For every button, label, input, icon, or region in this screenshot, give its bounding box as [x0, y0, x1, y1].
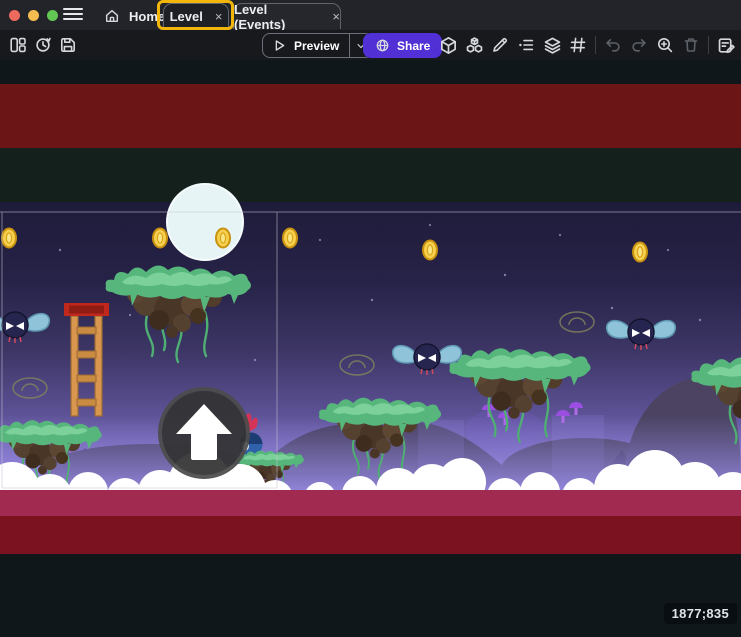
tab-level-events[interactable]: Level (Events) × — [233, 3, 341, 29]
top-red-band[interactable] — [0, 84, 741, 148]
preview-label: Preview — [294, 39, 339, 53]
edit-scene-events-button[interactable] — [714, 32, 738, 58]
history-button[interactable] — [31, 32, 55, 58]
title-bar: Home Level × Level (Events) × — [0, 0, 741, 30]
toggle-grid-button[interactable] — [566, 32, 590, 58]
maximize-window-button[interactable] — [47, 10, 58, 21]
coin[interactable] — [153, 229, 167, 248]
asset-store-button[interactable] — [462, 32, 486, 58]
toggle-panels-button[interactable] — [6, 32, 30, 58]
trash-icon — [682, 36, 700, 54]
tab-level-events-label: Level (Events) — [234, 2, 320, 32]
dark-band — [0, 148, 741, 202]
tab-home-label: Home — [129, 9, 165, 24]
main-menu-icon[interactable] — [63, 8, 83, 22]
scene-canvas[interactable] — [0, 60, 741, 637]
ground-dark-red[interactable] — [0, 516, 741, 554]
coin[interactable] — [216, 229, 230, 248]
3d-box-icon — [439, 36, 458, 55]
coin[interactable] — [423, 241, 437, 260]
home-icon — [104, 8, 120, 24]
coin[interactable] — [633, 243, 647, 262]
up-arrow-touch-control[interactable] — [160, 389, 248, 477]
preview-button-group: Preview — [262, 33, 373, 58]
toolbar-divider — [708, 36, 709, 54]
delete-button[interactable] — [679, 32, 703, 58]
coin[interactable] — [283, 229, 297, 248]
globe-icon — [375, 38, 390, 53]
moon[interactable] — [167, 184, 243, 260]
share-label: Share — [397, 39, 430, 53]
zoom-button[interactable] — [653, 32, 677, 58]
app-window: Home Level × Level (Events) × — [0, 0, 741, 637]
editor-toolbar: Preview Share — [0, 30, 741, 60]
save-button[interactable] — [56, 32, 80, 58]
history-clock-icon — [34, 36, 52, 54]
minimize-window-button[interactable] — [28, 10, 39, 21]
properties-list-icon — [517, 36, 535, 54]
play-icon — [272, 38, 287, 53]
asset-cubes-icon — [465, 36, 484, 55]
share-button[interactable]: Share — [363, 33, 442, 58]
layers-icon — [543, 36, 562, 55]
tab-level-label: Level — [170, 9, 203, 24]
instance-properties-button[interactable] — [514, 32, 538, 58]
tab-level-close-icon[interactable]: × — [215, 9, 223, 24]
tab-home[interactable]: Home — [96, 3, 173, 29]
close-window-button[interactable] — [9, 10, 20, 21]
tab-level-events-close-icon[interactable]: × — [332, 9, 340, 24]
edit-object-button[interactable] — [488, 32, 512, 58]
coin[interactable] — [2, 229, 16, 248]
save-floppy-icon — [59, 36, 77, 54]
pencil-icon — [491, 36, 509, 54]
panels-icon — [9, 36, 27, 54]
undo-icon — [604, 36, 622, 54]
grid-icon — [569, 36, 587, 54]
cursor-coordinates-badge: 1877;835 — [664, 603, 737, 624]
undo-button[interactable] — [601, 32, 625, 58]
layers-panel-button[interactable] — [540, 32, 564, 58]
objects-panel-button[interactable] — [436, 32, 460, 58]
tab-level[interactable]: Level × — [163, 3, 229, 29]
zoom-in-icon — [656, 36, 674, 54]
redo-icon — [630, 36, 648, 54]
edit-notes-icon — [717, 36, 736, 55]
preview-button[interactable]: Preview — [263, 34, 349, 57]
toolbar-divider — [595, 36, 596, 54]
redo-button[interactable] — [627, 32, 651, 58]
ground-crimson[interactable] — [0, 490, 741, 516]
